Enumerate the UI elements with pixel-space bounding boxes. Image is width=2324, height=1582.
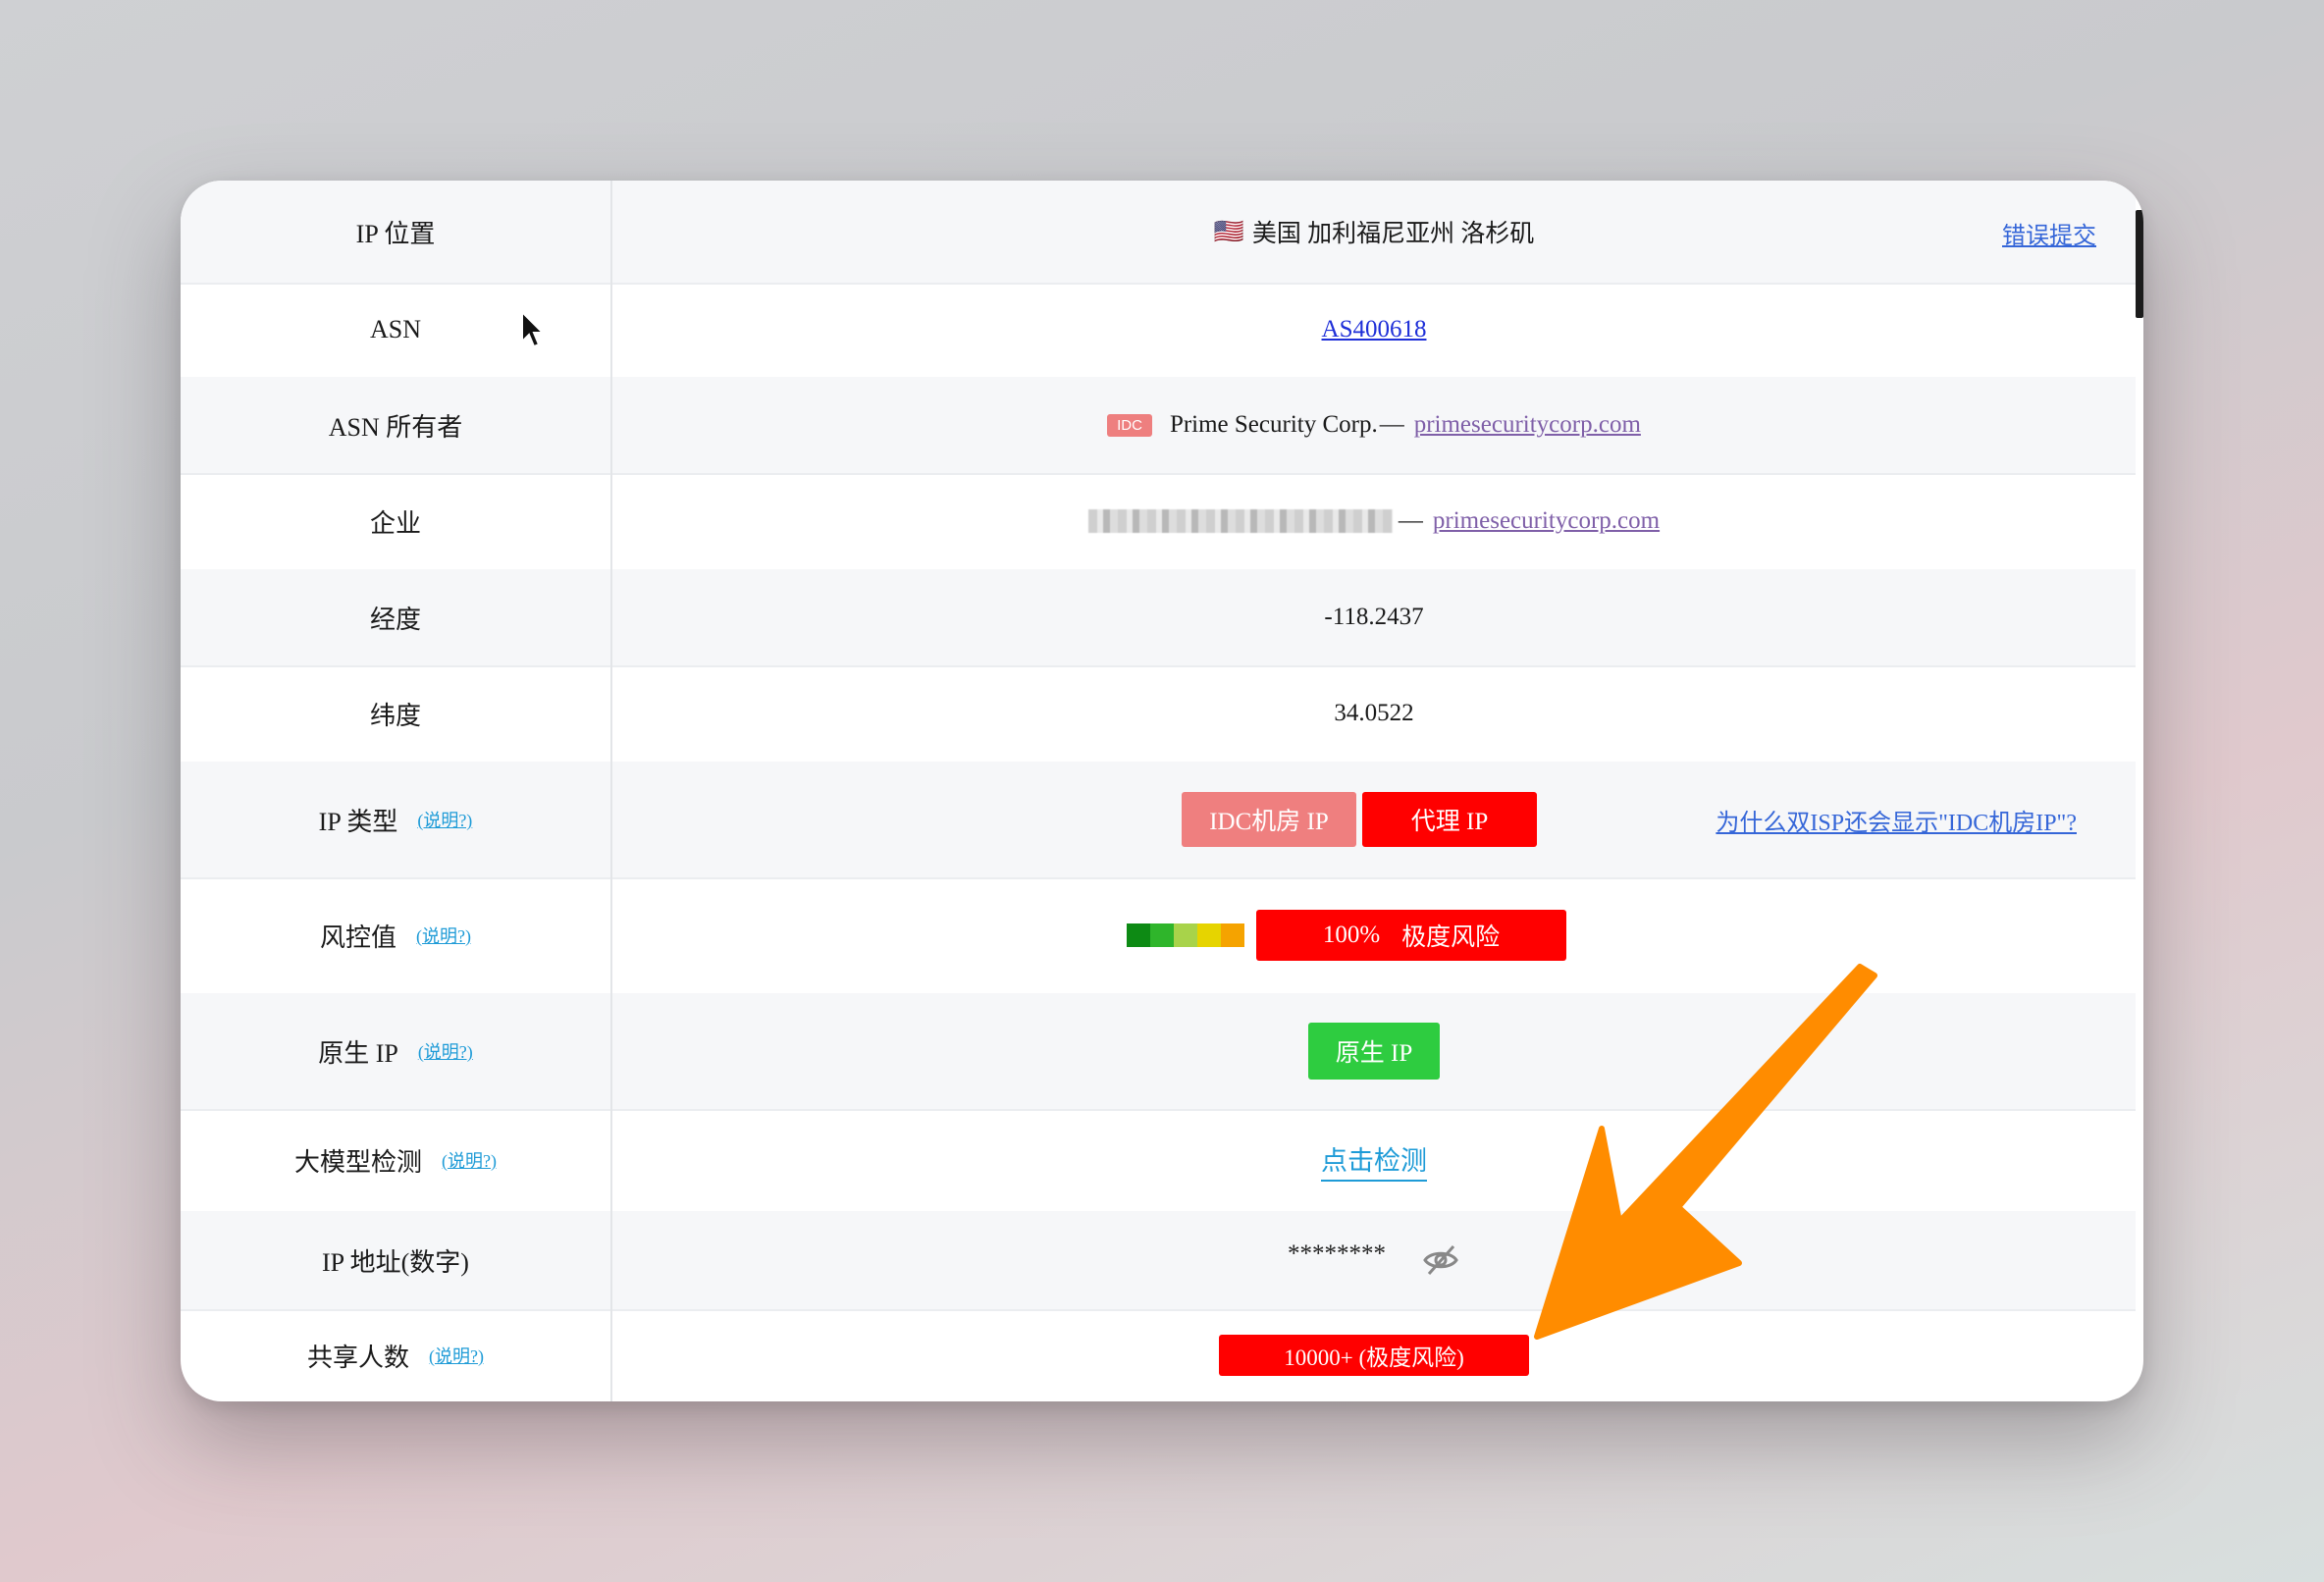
value-ip-numeric: ********	[612, 1211, 2136, 1309]
row-ip-location: IP 位置 🇺🇸 美国 加利福尼亚州 洛杉矶 错误提交	[181, 181, 2136, 285]
location-text: 美国 加利福尼亚州 洛杉矶	[1251, 221, 1535, 247]
asn-owner-name: Prime Security Corp.	[1169, 411, 1378, 438]
value-longitude: -118.2437	[1324, 604, 1424, 630]
risk-scale-segment	[1197, 923, 1221, 947]
row-shared-users: 共享人数 (说明?) 10000+ (极度风险)	[181, 1309, 2136, 1401]
mouse-cursor-icon	[521, 310, 546, 348]
asn-owner-domain-link[interactable]: primesecuritycorp.com	[1414, 411, 1641, 439]
company-separator: —	[1398, 507, 1423, 534]
risk-percent: 100%	[1322, 922, 1381, 948]
value-ip-location: 🇺🇸 美国 加利福尼亚州 洛杉矶 错误提交	[612, 181, 2136, 283]
risk-level-badge: 100% 极度风险	[1256, 910, 1566, 961]
row-ip-numeric: IP 地址(数字) ********	[181, 1211, 2136, 1311]
value-asn-owner: IDC Prime Security Corp. — primesecurity…	[612, 377, 2136, 473]
value-native-ip: 原生 IP	[612, 993, 2136, 1109]
scrollbar[interactable]	[2136, 210, 2143, 318]
value-company: — primesecuritycorp.com	[612, 473, 2136, 569]
risk-scale-segment	[1174, 923, 1197, 947]
value-latitude: 34.0522	[1334, 700, 1414, 726]
row-risk: 风控值 (说明?) 100% 极度风险	[181, 877, 2136, 995]
eye-slash-icon[interactable]	[1421, 1240, 1460, 1280]
row-asn: ASN AS400618	[181, 283, 2136, 379]
ip-type-label-text: IP 类型	[318, 807, 398, 836]
row-latitude: 纬度 34.0522	[181, 665, 2136, 764]
native-ip-label-text: 原生 IP	[318, 1038, 398, 1068]
row-longitude: 经度 -118.2437	[181, 569, 2136, 667]
value-shared-users: 10000+ (极度风险)	[612, 1309, 2136, 1401]
row-llm-detect: 大模型检测 (说明?) 点击检测	[181, 1109, 2136, 1213]
why-idc-link[interactable]: 为什么双ISP还会显示"IDC机房IP"?	[1716, 803, 2077, 837]
company-domain-link[interactable]: primesecuritycorp.com	[1433, 507, 1660, 535]
report-error-link[interactable]: 错误提交	[2002, 216, 2096, 250]
llm-detect-label-text: 大模型检测	[294, 1147, 423, 1177]
us-flag-icon: 🇺🇸	[1213, 218, 1244, 245]
click-detect-link[interactable]: 点击检测	[1321, 1139, 1427, 1182]
ip-type-help-link[interactable]: (说明?)	[417, 807, 472, 832]
label-native-ip: 原生 IP (说明?)	[181, 993, 612, 1109]
llm-detect-help-link[interactable]: (说明?)	[442, 1147, 497, 1173]
risk-scale-segment	[1150, 923, 1174, 947]
shared-users-label-text: 共享人数	[307, 1343, 410, 1372]
value-llm-detect: 点击检测	[612, 1109, 2136, 1211]
risk-level-text: 极度风险	[1401, 924, 1501, 951]
native-ip-help-link[interactable]: (说明?)	[418, 1038, 473, 1064]
label-shared-users: 共享人数 (说明?)	[181, 1309, 612, 1401]
label-asn-owner: ASN 所有者	[181, 377, 612, 473]
row-ip-type: IP 类型 (说明?) IDC机房 IP 代理 IP 为什么双ISP还会显示"I…	[181, 762, 2136, 879]
value-ip-type: IDC机房 IP 代理 IP 为什么双ISP还会显示"IDC机房IP"?	[612, 762, 2136, 877]
asn-link[interactable]: AS400618	[1322, 316, 1427, 343]
idc-ip-badge: IDC机房 IP	[1182, 792, 1356, 847]
risk-scale-segment	[1221, 923, 1244, 947]
redacted-company-name	[1087, 509, 1393, 533]
row-asn-owner: ASN 所有者 IDC Prime Security Corp. — prime…	[181, 377, 2136, 475]
label-llm-detect: 大模型检测 (说明?)	[181, 1109, 612, 1211]
risk-scale-bar	[1127, 923, 1244, 947]
ip-info-card: IP 位置 🇺🇸 美国 加利福尼亚州 洛杉矶 错误提交 ASN AS400618…	[181, 181, 2143, 1401]
label-latitude: 纬度	[181, 665, 612, 762]
row-company: 企业 — primesecuritycorp.com	[181, 473, 2136, 571]
label-longitude: 经度	[181, 569, 612, 665]
label-ip-location: IP 位置	[181, 181, 612, 283]
idc-tag: IDC	[1107, 413, 1152, 437]
proxy-ip-badge: 代理 IP	[1362, 792, 1537, 847]
asn-owner-separator: —	[1379, 411, 1404, 438]
label-risk: 风控值 (说明?)	[181, 877, 612, 993]
value-asn: AS400618	[612, 283, 2136, 377]
row-native-ip: 原生 IP (说明?) 原生 IP	[181, 993, 2136, 1111]
label-company: 企业	[181, 473, 612, 569]
shared-users-help-link[interactable]: (说明?)	[429, 1343, 484, 1368]
risk-help-link[interactable]: (说明?)	[416, 923, 471, 948]
label-ip-type: IP 类型 (说明?)	[181, 762, 612, 877]
risk-scale-segment	[1127, 923, 1150, 947]
risk-label-text: 风控值	[320, 923, 397, 952]
label-asn: ASN	[181, 283, 612, 377]
label-ip-numeric: IP 地址(数字)	[181, 1211, 612, 1309]
native-ip-badge: 原生 IP	[1308, 1023, 1440, 1080]
shared-users-badge: 10000+ (极度风险)	[1219, 1335, 1529, 1376]
masked-ip-text: ********	[1288, 1240, 1386, 1267]
value-risk: 100% 极度风险	[612, 877, 2136, 993]
